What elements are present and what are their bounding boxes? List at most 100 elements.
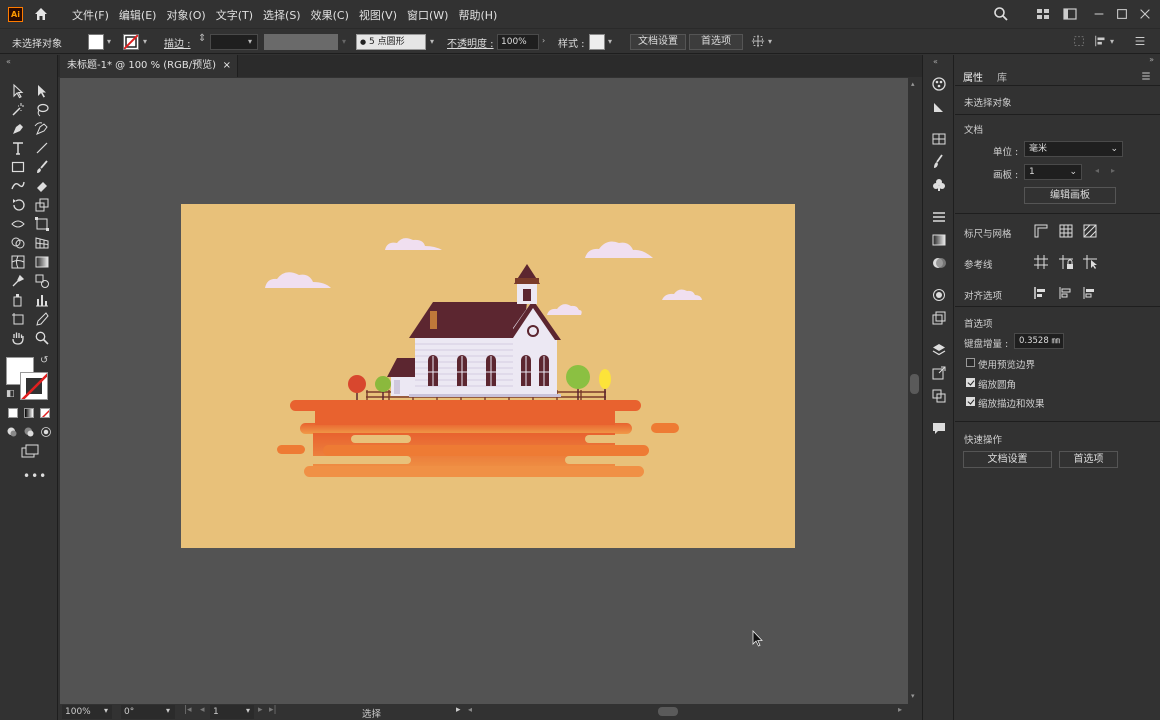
collapse-icon[interactable]: « xyxy=(6,57,11,66)
eraser-tool-icon[interactable] xyxy=(34,178,50,194)
gradient-panel-icon[interactable] xyxy=(931,232,947,248)
brushes-icon[interactable] xyxy=(931,154,947,170)
artboard-dropdown[interactable]: 1 ⌄ xyxy=(1024,164,1082,180)
prev-artboard-icon[interactable]: ◂ xyxy=(1095,166,1099,175)
close-icon[interactable] xyxy=(1138,6,1152,22)
chevron-right-icon[interactable]: › xyxy=(542,36,550,45)
panel-menu-icon[interactable] xyxy=(1133,34,1147,48)
pen-tool-icon[interactable] xyxy=(10,121,26,137)
layers-icon[interactable] xyxy=(931,342,947,358)
align-left-icon[interactable] xyxy=(1094,34,1108,48)
chevron-down-icon[interactable]: ▾ xyxy=(166,706,170,715)
align-to-icon[interactable] xyxy=(1072,34,1086,48)
stroke-color-swatch[interactable] xyxy=(20,372,48,400)
chevron-down-icon[interactable]: ▾ xyxy=(768,37,776,46)
transparency-grid-icon[interactable] xyxy=(1082,223,1098,239)
color-guide-icon[interactable] xyxy=(931,99,947,115)
workspace-grid-icon[interactable] xyxy=(1035,6,1051,22)
scroll-down-icon[interactable]: ▾ xyxy=(911,692,915,700)
tab-properties[interactable]: 属性 xyxy=(963,69,983,84)
type-tool-icon[interactable] xyxy=(10,140,26,156)
menu-type[interactable]: 文字(T) xyxy=(216,7,253,23)
stroke-swatch[interactable] xyxy=(123,34,139,50)
opacity-label[interactable]: 不透明度 : xyxy=(447,35,494,50)
chevron-down-icon[interactable]: ▾ xyxy=(246,706,250,715)
show-guides-icon[interactable] xyxy=(1033,254,1049,270)
edit-artboards-button[interactable]: 编辑画板 xyxy=(1024,187,1116,204)
quick-document-setup-button[interactable]: 文档设置 xyxy=(963,451,1052,468)
scale-tool-icon[interactable] xyxy=(34,197,50,213)
mesh-tool-icon[interactable] xyxy=(10,254,26,270)
screen-mode-icon[interactable] xyxy=(21,444,39,460)
zoom-tool-icon[interactable] xyxy=(34,330,50,346)
slice-tool-icon[interactable] xyxy=(34,311,50,327)
status-menu-icon[interactable]: ▸ xyxy=(456,705,461,715)
vertical-scroll-thumb[interactable] xyxy=(910,374,919,394)
selection-tool-icon[interactable] xyxy=(10,83,26,99)
document-tab[interactable]: 未标题-1* @ 100 % (RGB/预览) × xyxy=(60,55,238,77)
shaper-tool-icon[interactable] xyxy=(10,178,26,194)
gradient-tool-icon[interactable] xyxy=(34,254,50,270)
document-setup-button[interactable]: 文档设置 xyxy=(630,34,686,50)
column-graph-tool-icon[interactable] xyxy=(34,292,50,308)
align-to-key-icon[interactable] xyxy=(1033,285,1049,301)
paintbrush-tool-icon[interactable] xyxy=(34,159,50,175)
home-icon[interactable] xyxy=(33,6,49,22)
draw-behind-icon[interactable] xyxy=(23,426,35,438)
transform-icon[interactable] xyxy=(751,34,765,48)
color-mode-icon[interactable] xyxy=(8,408,18,418)
default-colors-icon[interactable]: ◧ xyxy=(6,389,15,399)
menu-help[interactable]: 帮助(H) xyxy=(458,7,497,23)
blend-tool-icon[interactable] xyxy=(34,273,50,289)
scale-corners-checkbox[interactable] xyxy=(966,378,975,387)
menu-effect[interactable]: 效果(C) xyxy=(311,7,349,23)
last-artboard-icon[interactable]: ▸| xyxy=(269,705,277,715)
chevron-down-icon[interactable]: ▾ xyxy=(1110,37,1118,46)
magic-wand-tool-icon[interactable] xyxy=(10,102,26,118)
color-theme-icon[interactable] xyxy=(931,76,947,92)
smart-guides-icon[interactable] xyxy=(1082,254,1098,270)
swap-colors-icon[interactable]: ↺ xyxy=(40,355,48,366)
shape-builder-tool-icon[interactable] xyxy=(10,235,26,251)
stepper-icon[interactable]: ⇕ xyxy=(198,33,206,44)
chevron-down-icon[interactable]: ▾ xyxy=(430,37,438,46)
chevron-down-icon[interactable]: ▾ xyxy=(608,37,616,46)
stroke-panel-icon[interactable] xyxy=(931,209,947,225)
grid-icon[interactable] xyxy=(1058,223,1074,239)
rotate-tool-icon[interactable] xyxy=(10,197,26,213)
first-artboard-icon[interactable]: |◂ xyxy=(184,705,192,715)
perspective-grid-tool-icon[interactable] xyxy=(34,235,50,251)
expand-panels-icon[interactable]: « xyxy=(933,57,938,66)
appearance-icon[interactable] xyxy=(931,287,947,303)
opacity-input[interactable]: 100% xyxy=(497,34,539,50)
scroll-left-icon[interactable]: ◂ xyxy=(468,705,472,714)
hand-tool-icon[interactable] xyxy=(10,330,26,346)
horizontal-scroll-thumb[interactable] xyxy=(658,707,678,716)
variable-width-profile[interactable] xyxy=(264,34,338,50)
chevron-down-icon[interactable]: ▾ xyxy=(107,37,115,46)
artboards-icon[interactable] xyxy=(931,388,947,404)
align-to-selection-icon[interactable] xyxy=(1058,285,1074,301)
menu-file[interactable]: 文件(F) xyxy=(72,7,109,23)
comments-icon[interactable] xyxy=(931,420,947,436)
free-transform-tool-icon[interactable] xyxy=(34,216,50,232)
menu-edit[interactable]: 编辑(E) xyxy=(119,7,157,23)
more-tools-icon[interactable]: ••• xyxy=(23,469,47,483)
eyedropper-tool-icon[interactable] xyxy=(10,273,26,289)
prev-artboard-icon[interactable]: ◂ xyxy=(200,705,205,715)
align-to-artboard-icon[interactable] xyxy=(1082,285,1098,301)
panel-menu-icon[interactable] xyxy=(1140,70,1152,82)
units-dropdown[interactable]: 毫米 ⌄ xyxy=(1024,141,1123,157)
lasso-tool-icon[interactable] xyxy=(34,102,50,118)
asset-export-icon[interactable] xyxy=(931,365,947,381)
quick-preferences-button[interactable]: 首选项 xyxy=(1059,451,1118,468)
curvature-tool-icon[interactable] xyxy=(34,121,50,137)
search-icon[interactable] xyxy=(993,6,1009,22)
chevron-down-icon[interactable]: ▾ xyxy=(104,706,108,715)
ruler-icon[interactable] xyxy=(1033,223,1049,239)
width-tool-icon[interactable] xyxy=(10,216,26,232)
next-artboard-icon[interactable]: ▸ xyxy=(258,705,263,715)
menu-object[interactable]: 对象(O) xyxy=(166,7,205,23)
stroke-label[interactable]: 描边 : xyxy=(164,35,191,50)
minimize-icon[interactable] xyxy=(1092,6,1106,22)
